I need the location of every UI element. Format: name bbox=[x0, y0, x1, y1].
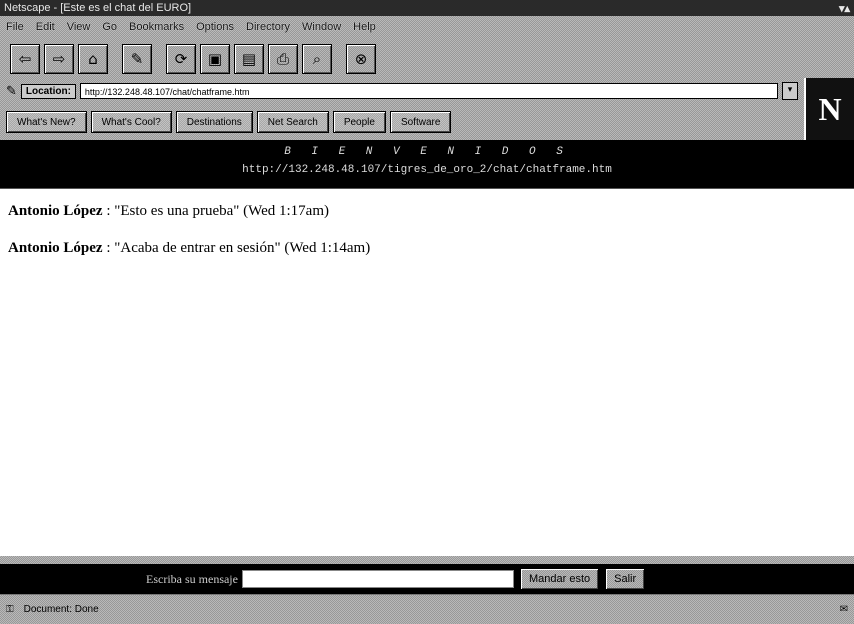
window-controls[interactable]: ▾▴ bbox=[839, 2, 850, 15]
frame-divider[interactable] bbox=[0, 556, 854, 564]
netscape-logo[interactable]: N bbox=[806, 78, 854, 140]
security-key-icon: ⚿ bbox=[6, 604, 14, 615]
chat-banner: B I E N V E N I D O S http://132.248.48.… bbox=[0, 140, 854, 188]
open-icon: ▤ bbox=[241, 50, 257, 68]
images-button[interactable]: ▣ bbox=[200, 44, 230, 74]
edit-icon: ✎ bbox=[130, 50, 144, 68]
status-bar: ⚿ Document: Done ✉ bbox=[0, 594, 854, 624]
link-icon: ✎ bbox=[6, 83, 17, 99]
mail-icon[interactable]: ✉ bbox=[840, 604, 848, 615]
back-button[interactable]: ⇦ bbox=[10, 44, 40, 74]
whats-cool-button[interactable]: What's Cool? bbox=[90, 111, 172, 133]
message-input-label: Escriba su mensaje bbox=[146, 571, 238, 586]
home-button[interactable]: ⌂ bbox=[78, 44, 108, 74]
net-search-button[interactable]: Net Search bbox=[256, 111, 329, 133]
menu-window[interactable]: Window bbox=[302, 21, 341, 33]
edit-button[interactable]: ✎ bbox=[122, 44, 152, 74]
open-button[interactable]: ▤ bbox=[234, 44, 264, 74]
send-button[interactable]: Mandar esto bbox=[519, 568, 600, 590]
location-bar: ✎ Location: http://132.248.48.107/chat/c… bbox=[0, 78, 804, 104]
stop-button[interactable]: ⊗ bbox=[346, 44, 376, 74]
message-input[interactable] bbox=[241, 570, 514, 588]
status-text: Document: Done bbox=[23, 604, 99, 615]
menu-bar: File Edit View Go Bookmarks Options Dire… bbox=[0, 16, 854, 38]
destinations-button[interactable]: Destinations bbox=[175, 111, 253, 133]
reload-button[interactable]: ⟳ bbox=[166, 44, 196, 74]
find-button[interactable]: ⌕ bbox=[302, 44, 332, 74]
directory-buttons-bar: What's New? What's Cool? Destinations Ne… bbox=[0, 104, 804, 140]
forward-icon: ⇨ bbox=[52, 50, 66, 68]
menu-file[interactable]: File bbox=[6, 21, 24, 33]
message-author: Antonio López bbox=[8, 203, 103, 219]
menu-edit[interactable]: Edit bbox=[36, 21, 55, 33]
chat-message: Antonio López : "Acaba de entrar en sesi… bbox=[8, 240, 846, 257]
chat-input-bar: Escriba su mensaje Mandar esto Salir bbox=[0, 564, 854, 594]
message-text: : "Esto es una prueba" (Wed 1:17am) bbox=[102, 203, 329, 219]
menu-options[interactable]: Options bbox=[196, 21, 234, 33]
print-button[interactable]: ⎙ bbox=[268, 44, 298, 74]
chat-messages-pane: Antonio López : "Esto es una prueba" (We… bbox=[0, 188, 854, 556]
print-icon: ⎙ bbox=[276, 50, 289, 68]
home-icon: ⌂ bbox=[88, 50, 98, 68]
images-icon: ▣ bbox=[207, 50, 223, 68]
menu-help[interactable]: Help bbox=[353, 21, 376, 33]
location-dropdown-button[interactable]: ▾ bbox=[782, 82, 798, 100]
message-author: Antonio López bbox=[8, 240, 103, 256]
toolbar: ⇦ ⇨ ⌂ ✎ ⟳ ▣ ▤ ⎙ ⌕ ⊗ bbox=[0, 38, 854, 78]
whats-new-button[interactable]: What's New? bbox=[6, 111, 87, 133]
location-label: Location: bbox=[20, 83, 76, 99]
location-input[interactable]: http://132.248.48.107/chat/chatframe.htm bbox=[79, 83, 778, 99]
menu-directory[interactable]: Directory bbox=[246, 21, 290, 33]
exit-button[interactable]: Salir bbox=[605, 568, 646, 590]
title-bar: Netscape - [Este es el chat del EURO] ▾▴ bbox=[0, 0, 854, 16]
reload-icon: ⟳ bbox=[174, 50, 188, 68]
banner-title: B I E N V E N I D O S bbox=[284, 146, 570, 158]
back-icon: ⇦ bbox=[18, 50, 32, 68]
software-button[interactable]: Software bbox=[389, 111, 452, 133]
banner-url: http://132.248.48.107/tigres_de_oro_2/ch… bbox=[242, 164, 612, 176]
menu-go[interactable]: Go bbox=[102, 21, 117, 33]
menu-view[interactable]: View bbox=[67, 21, 91, 33]
window-title: Netscape - [Este es el chat del EURO] bbox=[4, 2, 192, 14]
forward-button[interactable]: ⇨ bbox=[44, 44, 74, 74]
people-button[interactable]: People bbox=[332, 111, 386, 133]
find-icon: ⌕ bbox=[312, 50, 322, 68]
menu-bookmarks[interactable]: Bookmarks bbox=[129, 21, 184, 33]
stop-icon: ⊗ bbox=[354, 50, 368, 68]
message-text: : "Acaba de entrar en sesión" (Wed 1:14a… bbox=[102, 240, 371, 256]
chat-message: Antonio López : "Esto es una prueba" (We… bbox=[8, 203, 846, 220]
